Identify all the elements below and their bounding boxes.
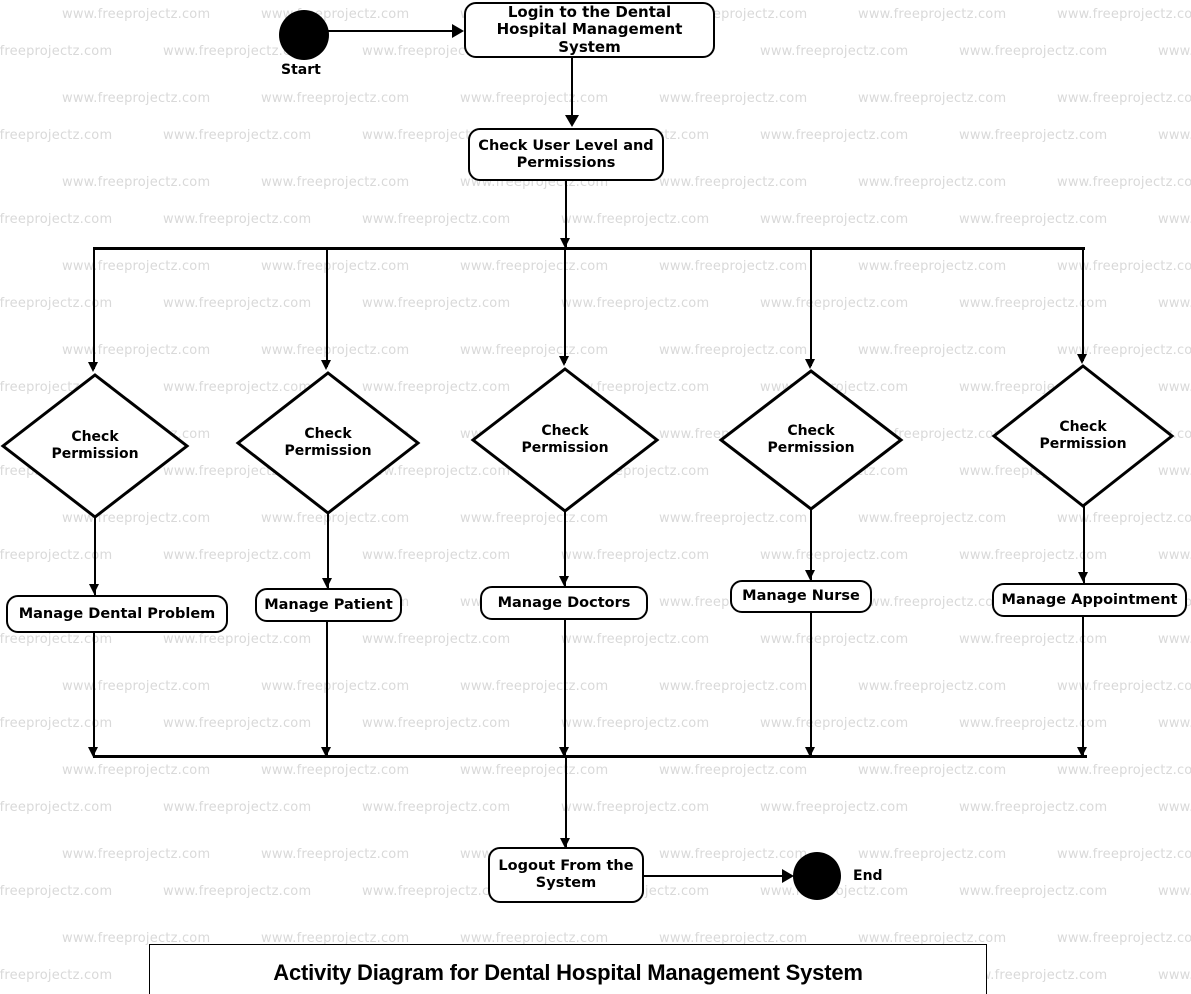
start-node	[279, 10, 329, 60]
arrowhead-decision-3-to-action	[559, 576, 569, 586]
arrowhead-start-to-login	[452, 24, 464, 38]
end-node	[793, 852, 841, 900]
fork-bar	[93, 247, 1085, 251]
action-manage-patient[interactable]: Manage Patient	[255, 588, 402, 622]
arrowhead-decision-2-to-action	[322, 578, 332, 588]
decision-check-permission-1[interactable]: Check Permission	[0, 372, 190, 520]
diagram-layer: Start Login to the Dental Hospital Manag…	[0, 0, 1191, 994]
edge-fork-to-decision-5	[1082, 249, 1084, 361]
action-manage-appointment[interactable]: Manage Appointment	[992, 583, 1187, 617]
arrowhead-fork-to-decision-2	[321, 360, 331, 370]
diagram-title-plate: Activity Diagram for Dental Hospital Man…	[149, 944, 987, 994]
start-node-label: Start	[281, 62, 321, 78]
action-check-user-level[interactable]: Check User Level and Permissions	[468, 128, 664, 181]
action-login[interactable]: Login to the Dental Hospital Management …	[464, 2, 715, 58]
arrowhead-decision-4-to-action	[805, 570, 815, 580]
decision-label-1: Check Permission	[51, 429, 139, 462]
arrowhead-fork-to-decision-1	[88, 362, 98, 372]
edge-action-3-to-join	[564, 620, 566, 757]
join-bar	[93, 755, 1087, 759]
decision-label-5: Check Permission	[1039, 419, 1127, 452]
decision-check-permission-3[interactable]: Check Permission	[470, 366, 660, 514]
action-manage-nurse[interactable]: Manage Nurse	[730, 580, 872, 613]
decision-label-2: Check Permission	[284, 426, 372, 459]
action-logout[interactable]: Logout From the System	[488, 847, 644, 903]
decision-check-permission-5[interactable]: Check Permission	[991, 363, 1175, 509]
decision-label-4: Check Permission	[767, 423, 855, 456]
edge-action-4-to-join	[810, 613, 812, 757]
end-node-label: End	[853, 868, 883, 884]
arrowhead-fork-to-decision-3	[559, 356, 569, 366]
decision-check-permission-4[interactable]: Check Permission	[718, 368, 904, 512]
edge-action-2-to-join	[326, 622, 328, 757]
arrowhead-decision-1-to-action	[89, 584, 99, 594]
decision-check-permission-2[interactable]: Check Permission	[235, 370, 421, 516]
action-manage-doctors[interactable]: Manage Doctors	[480, 586, 648, 620]
edge-action-1-to-join	[93, 633, 95, 757]
edge-fork-to-decision-3	[564, 249, 566, 363]
edge-login-to-checkuser	[571, 58, 574, 120]
edge-fork-to-decision-1	[93, 249, 95, 369]
diagram-title: Activity Diagram for Dental Hospital Man…	[273, 960, 863, 985]
edge-action-5-to-join	[1082, 617, 1084, 757]
edge-logout-to-end	[644, 875, 792, 877]
edge-fork-to-decision-2	[326, 249, 328, 367]
edge-fork-to-decision-4	[810, 249, 812, 366]
edge-start-to-login	[328, 30, 458, 33]
arrowhead-login-to-checkuser	[565, 115, 579, 127]
arrowhead-decision-5-to-action	[1078, 572, 1088, 582]
action-manage-dental-problem[interactable]: Manage Dental Problem	[6, 595, 228, 633]
activity-diagram-canvas: www.freeprojectz.com www.freeprojectz.com…	[0, 0, 1191, 994]
decision-label-3: Check Permission	[521, 423, 609, 456]
edge-join-to-logout	[565, 758, 567, 848]
